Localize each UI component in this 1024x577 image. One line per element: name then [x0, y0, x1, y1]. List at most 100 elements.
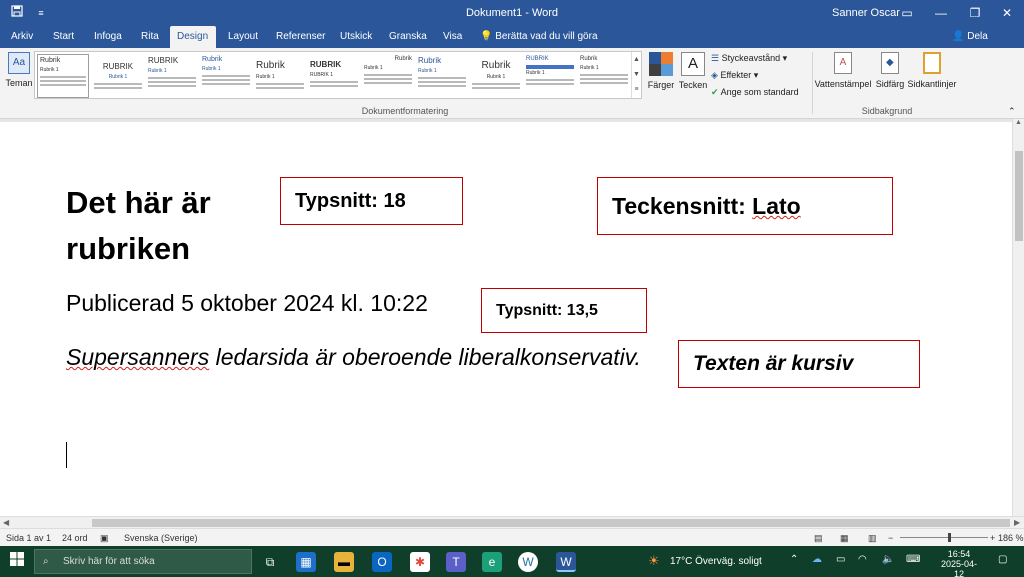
themes-icon: Aa	[8, 52, 30, 74]
page-color-label: Sidfärg	[875, 79, 905, 89]
collapse-ribbon-icon[interactable]: ⌃	[1008, 106, 1016, 117]
document-canvas[interactable]: Det här är rubriken Publicerad 5 oktober…	[0, 122, 1012, 516]
effects-button[interactable]: ◈ Effekter ▾	[711, 70, 758, 81]
effects-icon: ◈	[711, 70, 718, 80]
style-set-item[interactable]: Rubrik Rubrik 1	[37, 54, 89, 98]
ribbon-display-icon[interactable]: ▭	[890, 0, 924, 26]
fonts-label: Tecken	[678, 80, 708, 90]
zoom-out-icon[interactable]: −	[888, 533, 893, 543]
tab-arkiv[interactable]: Arkiv	[4, 26, 40, 48]
web-layout-icon[interactable]: ▥	[868, 533, 877, 544]
tab-design[interactable]: Design	[170, 26, 216, 48]
style-set-item[interactable]: Rubrik Rubrik 1	[254, 54, 306, 98]
lightbulb-icon: 💡	[480, 31, 493, 42]
page-color-button[interactable]: ◆ Sidfärg	[872, 52, 908, 89]
style-set-item[interactable]: Rubrik Rubrik 1	[200, 54, 252, 98]
style-set-item[interactable]: RUBRIK Rubrik 1	[146, 54, 198, 98]
word-count[interactable]: 24 ord	[62, 533, 88, 543]
taskbar-search-input[interactable]: ⌕ Skriv här för att söka	[34, 549, 252, 574]
zoom-slider[interactable]	[900, 537, 988, 538]
clock[interactable]: 16:54 2025-04-12	[936, 549, 982, 577]
set-as-default-label: Ange som standard	[720, 87, 799, 97]
customize-toolbar-icon[interactable]: ≡	[32, 4, 50, 22]
tab-visa[interactable]: Visa	[436, 26, 469, 48]
tab-layout[interactable]: Layout	[221, 26, 265, 48]
paragraph-spacing-icon: ☰	[711, 53, 720, 63]
vertical-scroll-thumb[interactable]	[1015, 151, 1023, 241]
horizontal-scrollbar[interactable]: ◀ ▶	[0, 516, 1024, 528]
language-indicator[interactable]: Svenska (Sverige)	[124, 533, 198, 543]
gallery-scroll[interactable]: ▲ ▼ ≡	[631, 52, 641, 98]
zoom-in-icon[interactable]: +	[990, 533, 995, 543]
style-set-item[interactable]: Rubrik Rubrik 1	[362, 54, 414, 98]
style-set-item[interactable]: Rubrik Rubrik 1	[578, 54, 630, 98]
scroll-up-icon[interactable]: ▲	[1013, 119, 1024, 126]
language-icon[interactable]: ⌨	[906, 554, 920, 565]
battery-icon[interactable]: ▭	[836, 554, 845, 565]
horizontal-scroll-thumb[interactable]	[92, 519, 1010, 527]
word-taskbar-icon[interactable]: W	[556, 552, 576, 572]
store-icon[interactable]: ▦	[296, 552, 316, 572]
tab-rita[interactable]: Rita	[134, 26, 166, 48]
colors-icon	[649, 52, 673, 76]
proofing-icon[interactable]: ▣	[100, 533, 109, 544]
tab-referenser[interactable]: Referenser	[269, 26, 332, 48]
chevron-down-icon[interactable]: ▼	[632, 67, 641, 82]
weather-text[interactable]: 17°C Överväg. soligt	[670, 556, 762, 567]
tell-me-box[interactable]: 💡 Berätta vad du vill göra	[480, 26, 598, 48]
scroll-left-icon[interactable]: ◀	[3, 518, 9, 527]
style-set-item[interactable]: RUBRIK RUBRIK 1	[308, 54, 360, 98]
restore-icon[interactable]: ❐	[958, 0, 992, 26]
windows-start-icon[interactable]	[7, 552, 27, 572]
print-layout-icon[interactable]: ▦	[840, 533, 849, 544]
effects-label: Effekter	[720, 70, 752, 80]
paragraph-spacing-button[interactable]: ☰ Styckeavstånd ▾	[711, 53, 787, 64]
document-lead-line[interactable]: Supersanners ledarsida är oberoende libe…	[66, 344, 641, 371]
gallery-more-icon[interactable]: ≡	[632, 82, 641, 97]
share-button[interactable]: 👤 Dela	[952, 26, 988, 48]
vertical-scrollbar[interactable]: ▲	[1012, 119, 1024, 516]
themes-button[interactable]: Aa Teman	[4, 52, 34, 88]
style-set-item[interactable]: RUBRIK Rubrik 1	[92, 54, 144, 98]
page-borders-button[interactable]: Sidkantlinjer	[906, 52, 958, 89]
onedrive-icon[interactable]: ☁	[812, 554, 822, 565]
style-set-item[interactable]: RUBRIK Rubrik 1	[524, 54, 576, 98]
tab-infoga[interactable]: Infoga	[87, 26, 129, 48]
fonts-button[interactable]: A Tecken	[678, 52, 708, 90]
style-set-item[interactable]: Rubrik Rubrik 1	[416, 54, 468, 98]
tab-start[interactable]: Start	[46, 26, 81, 48]
colors-label: Färger	[647, 80, 675, 90]
save-icon[interactable]	[8, 4, 26, 22]
show-hidden-icons[interactable]: ⌃	[790, 554, 798, 565]
wifi-icon[interactable]: ◠	[858, 554, 867, 565]
page-count[interactable]: Sida 1 av 1	[6, 533, 51, 543]
misspelled-word[interactable]: Supersanners	[66, 344, 209, 370]
slack-icon[interactable]: ✱	[410, 552, 430, 572]
document-published-line[interactable]: Publicerad 5 oktober 2024 kl. 10:22	[66, 290, 428, 317]
title-bar: ≡ Dokument1 - Word Sanner Oscar ▭ — ❐ ✕	[0, 0, 1024, 26]
zoom-slider-thumb[interactable]	[948, 533, 951, 542]
close-icon[interactable]: ✕	[990, 0, 1024, 26]
read-mode-icon[interactable]: ▤	[814, 533, 823, 544]
themes-label: Teman	[5, 78, 33, 88]
scroll-right-icon[interactable]: ▶	[1014, 518, 1020, 527]
notifications-icon[interactable]: ▢	[998, 554, 1007, 565]
document-heading[interactable]: Det här är rubriken	[66, 180, 276, 272]
tab-granska[interactable]: Granska	[382, 26, 434, 48]
volume-icon[interactable]: 🔈	[882, 554, 894, 565]
edge-icon[interactable]: e	[482, 552, 502, 572]
zoom-level[interactable]: 186 %	[998, 533, 1024, 543]
paragraph-spacing-label: Styckeavstånd	[721, 53, 781, 63]
colors-button[interactable]: Färger	[646, 52, 676, 90]
minimize-icon[interactable]: —	[924, 0, 958, 26]
tab-utskick[interactable]: Utskick	[333, 26, 379, 48]
style-set-item[interactable]: Rubrik Rubrik 1	[470, 54, 522, 98]
outlook-icon[interactable]: O	[372, 552, 392, 572]
task-view-icon[interactable]: ⧉	[260, 552, 280, 572]
wordpress-icon[interactable]: W	[518, 552, 538, 572]
teams-icon[interactable]: T	[446, 552, 466, 572]
set-as-default-button[interactable]: ✔ Ange som standard	[711, 87, 799, 98]
file-explorer-icon[interactable]: ▬	[334, 552, 354, 572]
chevron-up-icon[interactable]: ▲	[632, 52, 641, 67]
watermark-button[interactable]: A Vattenstämpel	[814, 52, 872, 89]
